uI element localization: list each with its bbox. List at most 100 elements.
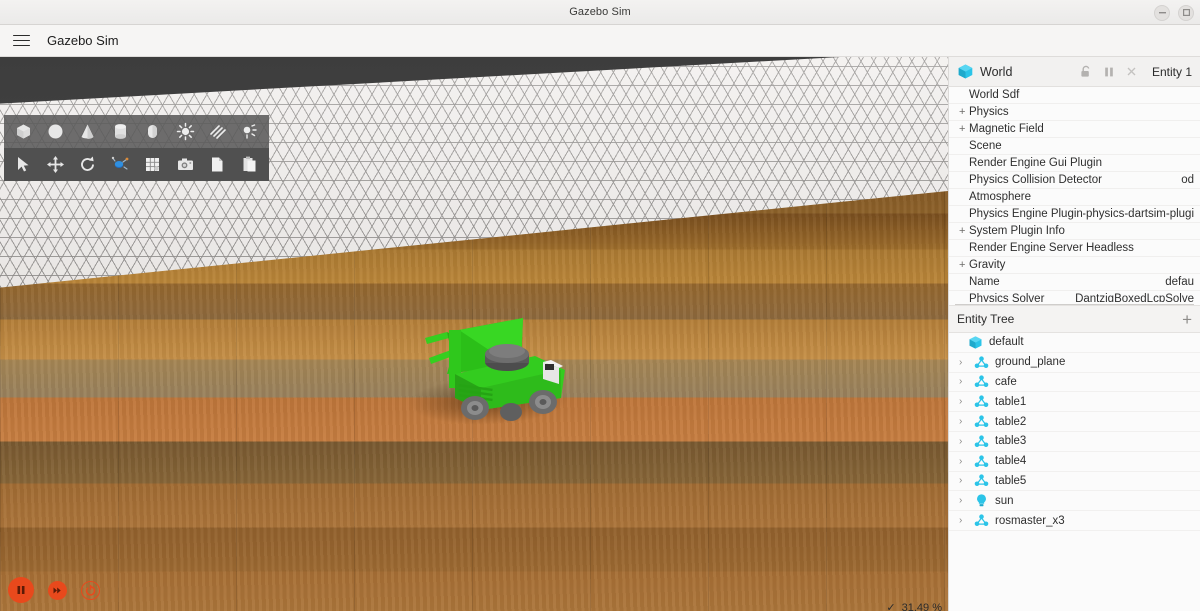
property-name: Physics Engine Plugin	[969, 208, 1083, 220]
robot-model-rosmaster-x3[interactable]	[425, 312, 575, 427]
world-cube-icon	[957, 63, 974, 80]
property-row[interactable]: Scene	[949, 138, 1200, 155]
property-row[interactable]: + Gravity	[949, 257, 1200, 274]
3d-viewport[interactable]: ✓ 31.49 %	[0, 57, 948, 611]
entity-tree-item-rosmaster-x3[interactable]: › rosmaster_x3	[949, 511, 1200, 531]
window-titlebar: Gazebo Sim	[0, 0, 1200, 25]
light-bulb-icon	[974, 493, 989, 508]
property-value[interactable]: od	[1181, 174, 1194, 186]
reset-button[interactable]	[81, 580, 100, 600]
entity-tree-item-label: default	[989, 336, 1024, 349]
model-icon	[974, 513, 989, 528]
menu-icon[interactable]	[0, 25, 42, 57]
entity-tree-list[interactable]: default › ground_plane › cafe › table1 › table2 ›…	[949, 333, 1200, 611]
entity-tree-item-table2[interactable]: › table2	[949, 412, 1200, 432]
property-row[interactable]: Physics Collision Detector od	[949, 172, 1200, 189]
window-title: Gazebo Sim	[569, 6, 631, 18]
maximize-button[interactable]	[1178, 4, 1194, 21]
entity-tree-item-table1[interactable]: › table1	[949, 392, 1200, 413]
realtime-factor-status: ✓ 31.49 %	[886, 601, 942, 611]
entity-tree-item-label: table5	[995, 474, 1027, 487]
property-row[interactable]: Name defau	[949, 274, 1200, 291]
entity-tree-item-label: cafe	[995, 375, 1017, 388]
pause-icon[interactable]	[1102, 65, 1116, 79]
chevron-right-icon[interactable]: ›	[959, 396, 968, 407]
spot-light-tool[interactable]	[234, 117, 266, 147]
entity-tree-title: Entity Tree	[957, 312, 1015, 326]
rotate-mode-tool[interactable]	[72, 150, 104, 180]
step-forward-button[interactable]	[48, 580, 67, 600]
entity-tree-item-table4[interactable]: › table4	[949, 452, 1200, 472]
screenshot-tool[interactable]	[169, 150, 201, 180]
entity-tree-item-table3[interactable]: › table3	[949, 432, 1200, 452]
model-icon	[974, 374, 989, 389]
right-dock-panel: World Entity 1 World Sdf + Physics + Magneti…	[948, 57, 1200, 611]
property-value[interactable]: DantzigBoxedLcpSolve	[1075, 293, 1194, 302]
close-icon[interactable]	[1125, 65, 1139, 79]
copy-tool[interactable]	[201, 150, 233, 180]
property-name: Gravity	[969, 259, 1006, 271]
entity-tree-item-table5[interactable]: › table5	[949, 472, 1200, 492]
property-name: Render Engine Gui Plugin	[969, 157, 1102, 169]
property-row[interactable]: + Magnetic Field	[949, 121, 1200, 138]
chevron-right-icon[interactable]: ›	[959, 376, 968, 387]
entity-tree-item-sun[interactable]: › sun	[949, 491, 1200, 512]
entity-tree-item-cafe[interactable]: › cafe	[949, 373, 1200, 393]
chevron-right-icon[interactable]: ›	[959, 357, 968, 368]
property-value[interactable]: defau	[1165, 276, 1194, 288]
minimize-button[interactable]	[1154, 4, 1170, 21]
cylinder-shape-tool[interactable]	[104, 117, 136, 147]
entity-tree-item-label: sun	[995, 494, 1014, 507]
app-title: Gazebo Sim	[47, 33, 119, 48]
paste-tool[interactable]	[234, 150, 266, 180]
select-mode-tool[interactable]	[7, 150, 39, 180]
expand-plus-icon[interactable]: +	[959, 123, 969, 135]
entity-tree-item-ground-plane[interactable]: › ground_plane	[949, 353, 1200, 373]
property-row[interactable]: Render Engine Server Headless	[949, 240, 1200, 257]
property-name: Magnetic Field	[969, 123, 1044, 135]
capsule-shape-tool[interactable]	[137, 117, 169, 147]
property-name: Atmosphere	[969, 191, 1032, 203]
property-row[interactable]: Physics Solver DantzigBoxedLcpSolve	[949, 291, 1200, 302]
property-value[interactable]: gz-physics-dartsim-plugi	[1083, 208, 1194, 220]
property-row[interactable]: + Physics	[949, 104, 1200, 121]
property-name: Render Engine Server Headless	[969, 242, 1134, 254]
expand-plus-icon[interactable]: +	[959, 259, 969, 271]
entity-tree-item-label: table2	[995, 415, 1027, 428]
directional-light-tool[interactable]	[201, 117, 233, 147]
chevron-right-icon[interactable]: ›	[959, 495, 968, 506]
property-row[interactable]: Atmosphere	[949, 189, 1200, 206]
entity-tree-item-default[interactable]: default	[949, 333, 1200, 353]
property-name: Physics Collision Detector	[969, 174, 1102, 186]
translate-mode-tool[interactable]	[39, 150, 71, 180]
point-light-tool[interactable]	[169, 117, 201, 147]
chevron-right-icon[interactable]: ›	[959, 436, 968, 447]
cone-shape-tool[interactable]	[72, 117, 104, 147]
chevron-right-icon[interactable]: ›	[959, 456, 968, 467]
pause-button[interactable]	[8, 577, 34, 603]
grid-toggle-tool[interactable]	[137, 150, 169, 180]
rtf-value: 31.49 %	[901, 602, 942, 611]
add-entity-button[interactable]: +	[1182, 311, 1192, 328]
property-row[interactable]: Render Engine Gui Plugin	[949, 155, 1200, 172]
property-row[interactable]: + System Plugin Info	[949, 223, 1200, 240]
expand-plus-icon[interactable]: +	[959, 106, 969, 118]
entity-tree-item-label: rosmaster_x3	[995, 514, 1065, 527]
lock-open-icon[interactable]	[1079, 65, 1093, 79]
model-icon	[974, 473, 989, 488]
rtf-tick-icon: ✓	[886, 602, 896, 611]
scale-mode-tool[interactable]	[104, 150, 136, 180]
chevron-right-icon[interactable]: ›	[959, 515, 968, 526]
chevron-right-icon[interactable]: ›	[959, 416, 968, 427]
property-row[interactable]: Physics Engine Plugingz-physics-dartsim-…	[949, 206, 1200, 223]
world-property-list[interactable]: World Sdf + Physics + Magnetic Field Scene Ren…	[949, 87, 1200, 302]
model-icon	[974, 355, 989, 370]
property-name: Physics	[969, 106, 1009, 118]
world-panel-title: World	[980, 64, 1013, 79]
chevron-right-icon[interactable]: ›	[959, 475, 968, 486]
entity-tree-item-label: ground_plane	[995, 356, 1066, 369]
expand-plus-icon[interactable]: +	[959, 225, 969, 237]
box-shape-tool[interactable]	[7, 117, 39, 147]
sphere-shape-tool[interactable]	[39, 117, 71, 147]
property-row[interactable]: World Sdf	[949, 87, 1200, 104]
